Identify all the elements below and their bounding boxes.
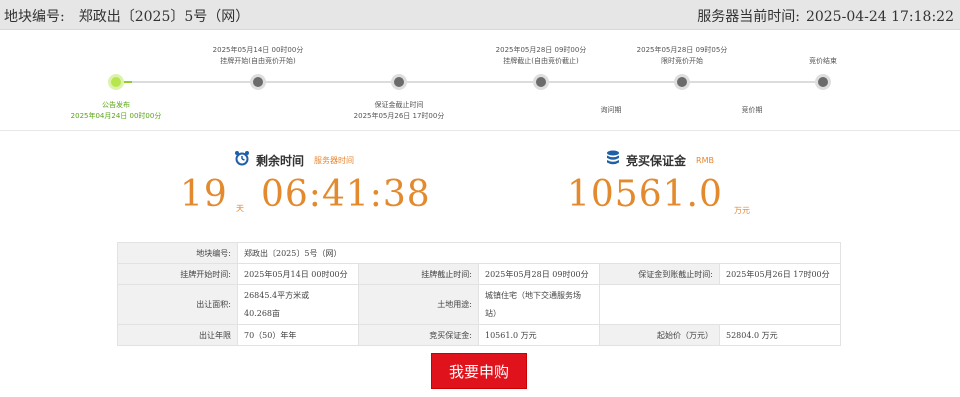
table-row: 出让面积: 26845.4平方米或 40.268亩 土地用途: 城镇住宅（地下交… bbox=[117, 284, 841, 325]
timeline-label-listing-start: 挂牌开始(自由竞价开始) bbox=[220, 57, 296, 65]
timeline-time-deposit-deadline: 2025年05月26日 17时00分 bbox=[353, 112, 445, 120]
info-empty-cell bbox=[599, 284, 841, 325]
database-coins-icon bbox=[606, 150, 620, 170]
countdown-days: 19 bbox=[180, 174, 228, 215]
info-value-usage: 城镇住宅（地下交通服务场 站） bbox=[478, 284, 600, 325]
timeline-node-bidding-end bbox=[815, 74, 831, 90]
timeline-label-deposit-deadline: 保证金截止时间 bbox=[374, 101, 424, 109]
deposit-title: 竞买保证金 bbox=[626, 153, 687, 168]
info-label-area: 出让面积: bbox=[117, 284, 238, 325]
timeline-label-timed-bidding: 限时竞价开始 bbox=[661, 57, 703, 65]
parcel-number-label: 地块编号: bbox=[4, 9, 65, 25]
info-label-listing-start: 挂牌开始时间: bbox=[117, 263, 238, 285]
timeline-time-timed-bidding: 2025年05月28日 09时05分 bbox=[636, 46, 728, 54]
info-label-usage: 土地用途: bbox=[358, 284, 479, 325]
timeline-node-announcement bbox=[108, 74, 124, 90]
server-time-label: 服务器当前时间: bbox=[697, 9, 800, 25]
info-label-listing-end: 挂牌截止时间: bbox=[358, 263, 479, 285]
server-time: 服务器当前时间: 2025-04-24 17:18:22 bbox=[697, 6, 954, 26]
info-value-listing-end: 2025年05月28日 09时00分 bbox=[478, 263, 600, 285]
deposit-unit: 万元 bbox=[734, 206, 750, 215]
timeline-track bbox=[118, 81, 824, 83]
parcel-number-value: 郑政出〔2025〕5号（网） bbox=[78, 9, 250, 25]
apply-button[interactable]: 我要申购 bbox=[431, 353, 527, 389]
timeline-time-announcement: 2025年04月24日 00时00分 bbox=[70, 112, 162, 120]
info-value-parcel: 郑政出〔2025〕5号（网） bbox=[237, 242, 841, 264]
info-value-deposit-deadline: 2025年05月26日 17时00分 bbox=[719, 263, 841, 285]
timeline-label-bidding-end: 竞价结束 bbox=[809, 57, 837, 65]
timeline-phase-bidding: 竞价期 bbox=[741, 106, 763, 114]
timeline-label-announcement: 公告发布 bbox=[102, 101, 130, 109]
countdown-days-unit: 天 bbox=[236, 204, 244, 213]
info-value-deposit: 10561.0 万元 bbox=[478, 324, 600, 346]
info-value-area-line-1: 26845.4平方米或 bbox=[244, 290, 310, 300]
auction-timeline: 2025年05月14日 00时00分 挂牌开始(自由竞价开始) 2025年05月… bbox=[0, 31, 960, 131]
deposit-currency: RMB bbox=[696, 155, 714, 165]
parcel-info-table: 地块编号: 郑政出〔2025〕5号（网） 挂牌开始时间: 2025年05月14日… bbox=[117, 242, 841, 346]
deposit-header: 竞买保证金 RMB bbox=[606, 150, 714, 170]
info-label-term: 出让年限 bbox=[117, 324, 238, 346]
timeline-node-deposit-deadline bbox=[391, 74, 407, 90]
server-time-value: 2025-04-24 17:18:22 bbox=[805, 9, 954, 25]
countdown-header: 剩余时间 服务器时间 bbox=[234, 150, 354, 170]
alarm-clock-icon bbox=[234, 150, 250, 170]
deposit-amount: 10561.0 bbox=[567, 174, 723, 215]
timeline-node-listing-end bbox=[533, 74, 549, 90]
timeline-time-listing-start: 2025年05月14日 00时00分 bbox=[212, 46, 304, 54]
timeline-node-timed-bidding bbox=[674, 74, 690, 90]
info-label-deposit-deadline: 保证金到账截止时间: bbox=[599, 263, 720, 285]
table-row: 出让年限 70（50）年年 竞买保证金: 10561.0 万元 起始价（万元） … bbox=[117, 324, 841, 346]
table-row: 地块编号: 郑政出〔2025〕5号（网） bbox=[117, 242, 841, 264]
info-value-usage-line-2: 站） bbox=[485, 308, 501, 318]
top-bar: 地块编号: 郑政出〔2025〕5号（网） 服务器当前时间: 2025-04-24 1… bbox=[0, 0, 960, 30]
timeline-phase-inquiry: 询问期 bbox=[600, 106, 622, 114]
timeline-label-listing-end: 挂牌截止(自由竞价截止) bbox=[503, 57, 579, 65]
info-value-start-price: 52804.0 万元 bbox=[719, 324, 841, 346]
parcel-number: 地块编号: 郑政出〔2025〕5号（网） bbox=[4, 6, 249, 26]
timeline-time-listing-end: 2025年05月28日 09时00分 bbox=[495, 46, 587, 54]
info-value-area: 26845.4平方米或 40.268亩 bbox=[237, 284, 359, 325]
countdown-title: 剩余时间 bbox=[256, 153, 305, 168]
info-value-area-line-2: 40.268亩 bbox=[244, 308, 280, 318]
info-value-term: 70（50）年年 bbox=[237, 324, 359, 346]
info-value-usage-line-1: 城镇住宅（地下交通服务场 bbox=[485, 290, 581, 300]
timeline-node-listing-start bbox=[250, 74, 266, 90]
info-label-parcel: 地块编号: bbox=[117, 242, 238, 264]
info-value-listing-start: 2025年05月14日 00时00分 bbox=[237, 263, 359, 285]
info-label-deposit: 竞买保证金: bbox=[358, 324, 479, 346]
info-label-start-price: 起始价（万元） bbox=[599, 324, 720, 346]
table-row: 挂牌开始时间: 2025年05月14日 00时00分 挂牌截止时间: 2025年… bbox=[117, 263, 841, 285]
countdown-subtitle: 服务器时间 bbox=[314, 155, 355, 165]
countdown-time: 06:41:38 bbox=[261, 174, 431, 215]
